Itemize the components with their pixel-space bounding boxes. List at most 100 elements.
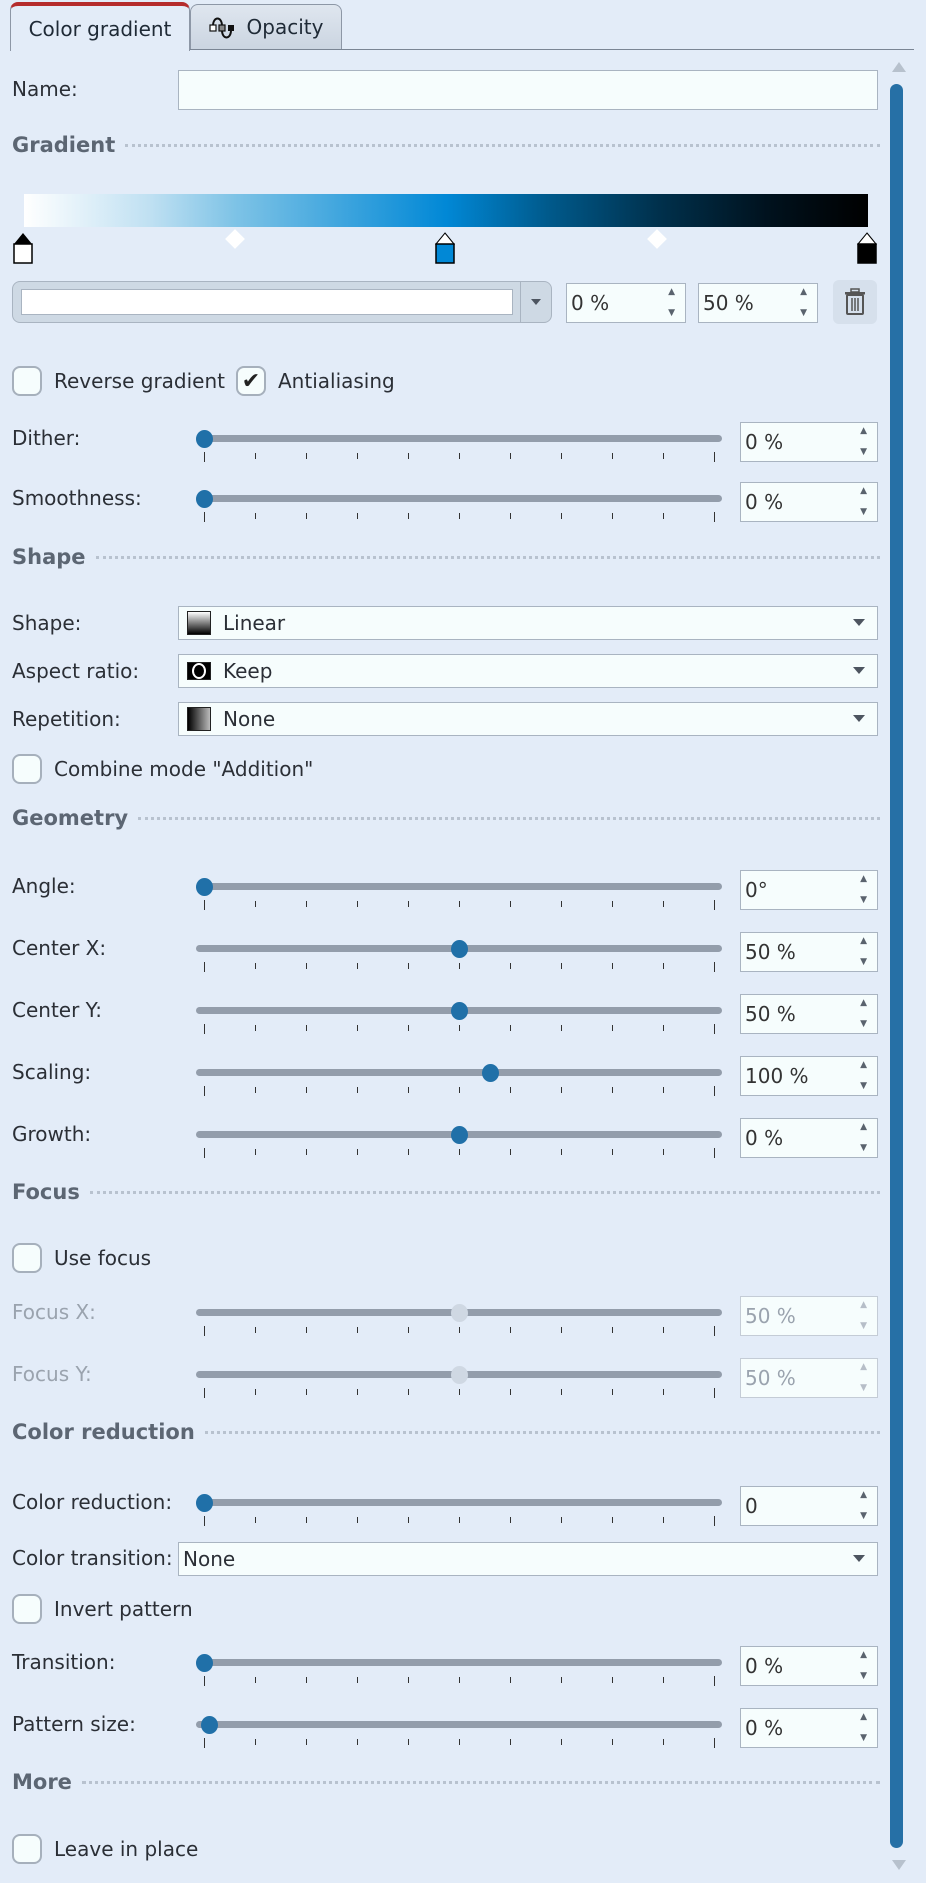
stop-opacity-input[interactable]: 50 % ▲ ▼	[698, 283, 818, 323]
spin-arrows[interactable]: ▲ ▼	[860, 1491, 867, 1521]
invert-pattern-checkbox[interactable]: Invert pattern	[12, 1594, 193, 1624]
slider-thumb[interactable]	[481, 1064, 499, 1082]
spin-arrows[interactable]: ▲ ▼	[860, 487, 867, 517]
slider-track[interactable]	[196, 1499, 722, 1506]
repetition-dropdown[interactable]: None	[178, 702, 878, 736]
gradient-stop-end[interactable]	[857, 232, 877, 264]
arrow-down-icon[interactable]: ▼	[860, 1672, 867, 1681]
pattern-size-slider[interactable]	[196, 1712, 722, 1748]
transition-spinbox[interactable]: 0 % ▲ ▼	[740, 1646, 878, 1686]
slider-thumb[interactable]	[196, 490, 213, 508]
angle-slider[interactable]	[196, 874, 722, 910]
arrow-up-icon[interactable]: ▲	[860, 937, 867, 946]
smoothness-spinbox[interactable]: 0 % ▲ ▼	[740, 482, 878, 522]
arrow-down-icon[interactable]: ▼	[860, 958, 867, 967]
center-x-slider[interactable]	[196, 936, 722, 972]
leave-in-place-checkbox[interactable]: Leave in place	[12, 1834, 198, 1864]
spin-arrows[interactable]: ▲ ▼	[860, 1123, 867, 1153]
arrow-down-icon[interactable]: ▼	[860, 1322, 867, 1331]
spin-arrows[interactable]: ▲ ▼	[860, 937, 867, 967]
spin-arrows[interactable]: ▲ ▼	[860, 1713, 867, 1743]
arrow-up-icon[interactable]: ▲	[860, 1491, 867, 1500]
gradient-midpoint-1[interactable]	[225, 229, 245, 249]
color-dropdown-button[interactable]	[520, 282, 551, 322]
dither-slider[interactable]	[196, 426, 722, 462]
slider-thumb[interactable]	[451, 940, 468, 958]
tab-opacity[interactable]: Opacity	[190, 4, 342, 49]
center-x-spinbox[interactable]: 50 % ▲ ▼	[740, 932, 878, 972]
scrollbar-thumb[interactable]	[890, 84, 903, 1848]
slider-thumb[interactable]	[201, 1716, 219, 1734]
tab-color-gradient[interactable]: Color gradient	[10, 2, 190, 51]
spin-arrows[interactable]: ▲ ▼	[668, 288, 675, 318]
spin-arrows[interactable]: ▲ ▼	[860, 875, 867, 905]
spin-arrows[interactable]: ▲ ▼	[860, 1301, 867, 1331]
checkbox-box[interactable]	[12, 1594, 42, 1624]
combine-addition-checkbox[interactable]: Combine mode "Addition"	[12, 754, 313, 784]
color-reduction-slider[interactable]	[196, 1490, 722, 1526]
spin-arrows[interactable]: ▲ ▼	[860, 999, 867, 1029]
spin-arrows[interactable]: ▲ ▼	[860, 427, 867, 457]
arrow-up-icon[interactable]: ▲	[860, 875, 867, 884]
center-y-spinbox[interactable]: 50 % ▲ ▼	[740, 994, 878, 1034]
arrow-up-icon[interactable]: ▲	[860, 1301, 867, 1310]
dither-spinbox[interactable]: 0 % ▲ ▼	[740, 422, 878, 462]
slider-track[interactable]	[196, 495, 722, 502]
arrow-down-icon[interactable]: ▼	[860, 1082, 867, 1091]
gradient-midpoint-2[interactable]	[647, 229, 667, 249]
pattern-size-spinbox[interactable]: 0 % ▲ ▼	[740, 1708, 878, 1748]
spin-arrows[interactable]: ▲ ▼	[860, 1061, 867, 1091]
arrow-down-icon[interactable]: ▼	[860, 1734, 867, 1743]
scroll-up-arrow-icon[interactable]	[892, 62, 906, 72]
arrow-up-icon[interactable]: ▲	[860, 1061, 867, 1070]
smoothness-slider[interactable]	[196, 486, 722, 522]
checkbox-box[interactable]	[12, 1243, 42, 1273]
slider-thumb[interactable]	[196, 1654, 213, 1672]
aspect-ratio-dropdown[interactable]: Keep	[178, 654, 878, 688]
arrow-down-icon[interactable]: ▼	[860, 1144, 867, 1153]
arrow-down-icon[interactable]: ▼	[860, 1384, 867, 1393]
growth-spinbox[interactable]: 0 % ▲ ▼	[740, 1118, 878, 1158]
use-focus-checkbox[interactable]: Use focus	[12, 1243, 151, 1273]
arrow-down-icon[interactable]: ▼	[860, 896, 867, 905]
arrow-up-icon[interactable]: ▲	[860, 1363, 867, 1372]
growth-slider[interactable]	[196, 1122, 722, 1158]
name-input[interactable]	[178, 70, 878, 110]
spin-arrows[interactable]: ▲ ▼	[860, 1651, 867, 1681]
slider-thumb[interactable]	[451, 1002, 468, 1020]
scroll-down-arrow-icon[interactable]	[892, 1860, 906, 1870]
arrow-up-icon[interactable]: ▲	[860, 1713, 867, 1722]
spin-arrows[interactable]: ▲ ▼	[860, 1363, 867, 1393]
gradient-preview-bar[interactable]	[24, 194, 868, 227]
slider-thumb[interactable]	[196, 1494, 213, 1512]
arrow-down-icon[interactable]: ▼	[800, 309, 807, 318]
gradient-stop-middle[interactable]	[435, 232, 455, 264]
reverse-gradient-checkbox[interactable]: Reverse gradient	[12, 366, 225, 396]
stop-position-input[interactable]: 0 % ▲ ▼	[566, 283, 686, 323]
color-transition-dropdown[interactable]: None	[178, 1542, 878, 1576]
antialiasing-checkbox[interactable]: ✔ Antialiasing	[236, 366, 395, 396]
spin-arrows[interactable]: ▲ ▼	[800, 288, 807, 318]
slider-track[interactable]	[196, 1069, 722, 1076]
transition-slider[interactable]	[196, 1650, 722, 1686]
arrow-up-icon[interactable]: ▲	[860, 427, 867, 436]
delete-stop-button[interactable]	[833, 280, 877, 324]
arrow-up-icon[interactable]: ▲	[860, 1123, 867, 1132]
gradient-stop-start[interactable]	[13, 232, 33, 264]
arrow-up-icon[interactable]: ▲	[860, 1651, 867, 1660]
checkbox-box[interactable]	[12, 754, 42, 784]
slider-track[interactable]	[196, 1721, 722, 1728]
slider-track[interactable]	[196, 435, 722, 442]
arrow-up-icon[interactable]: ▲	[860, 487, 867, 496]
arrow-down-icon[interactable]: ▼	[860, 448, 867, 457]
arrow-down-icon[interactable]: ▼	[860, 1512, 867, 1521]
slider-thumb[interactable]	[196, 430, 213, 448]
checkbox-box[interactable]: ✔	[236, 366, 266, 396]
arrow-up-icon[interactable]: ▲	[860, 999, 867, 1008]
arrow-down-icon[interactable]: ▼	[860, 1020, 867, 1029]
slider-thumb[interactable]	[451, 1126, 468, 1144]
slider-track[interactable]	[196, 883, 722, 890]
color-reduction-spinbox[interactable]: 0 ▲ ▼	[740, 1486, 878, 1526]
checkbox-box[interactable]	[12, 366, 42, 396]
angle-spinbox[interactable]: 0° ▲ ▼	[740, 870, 878, 910]
